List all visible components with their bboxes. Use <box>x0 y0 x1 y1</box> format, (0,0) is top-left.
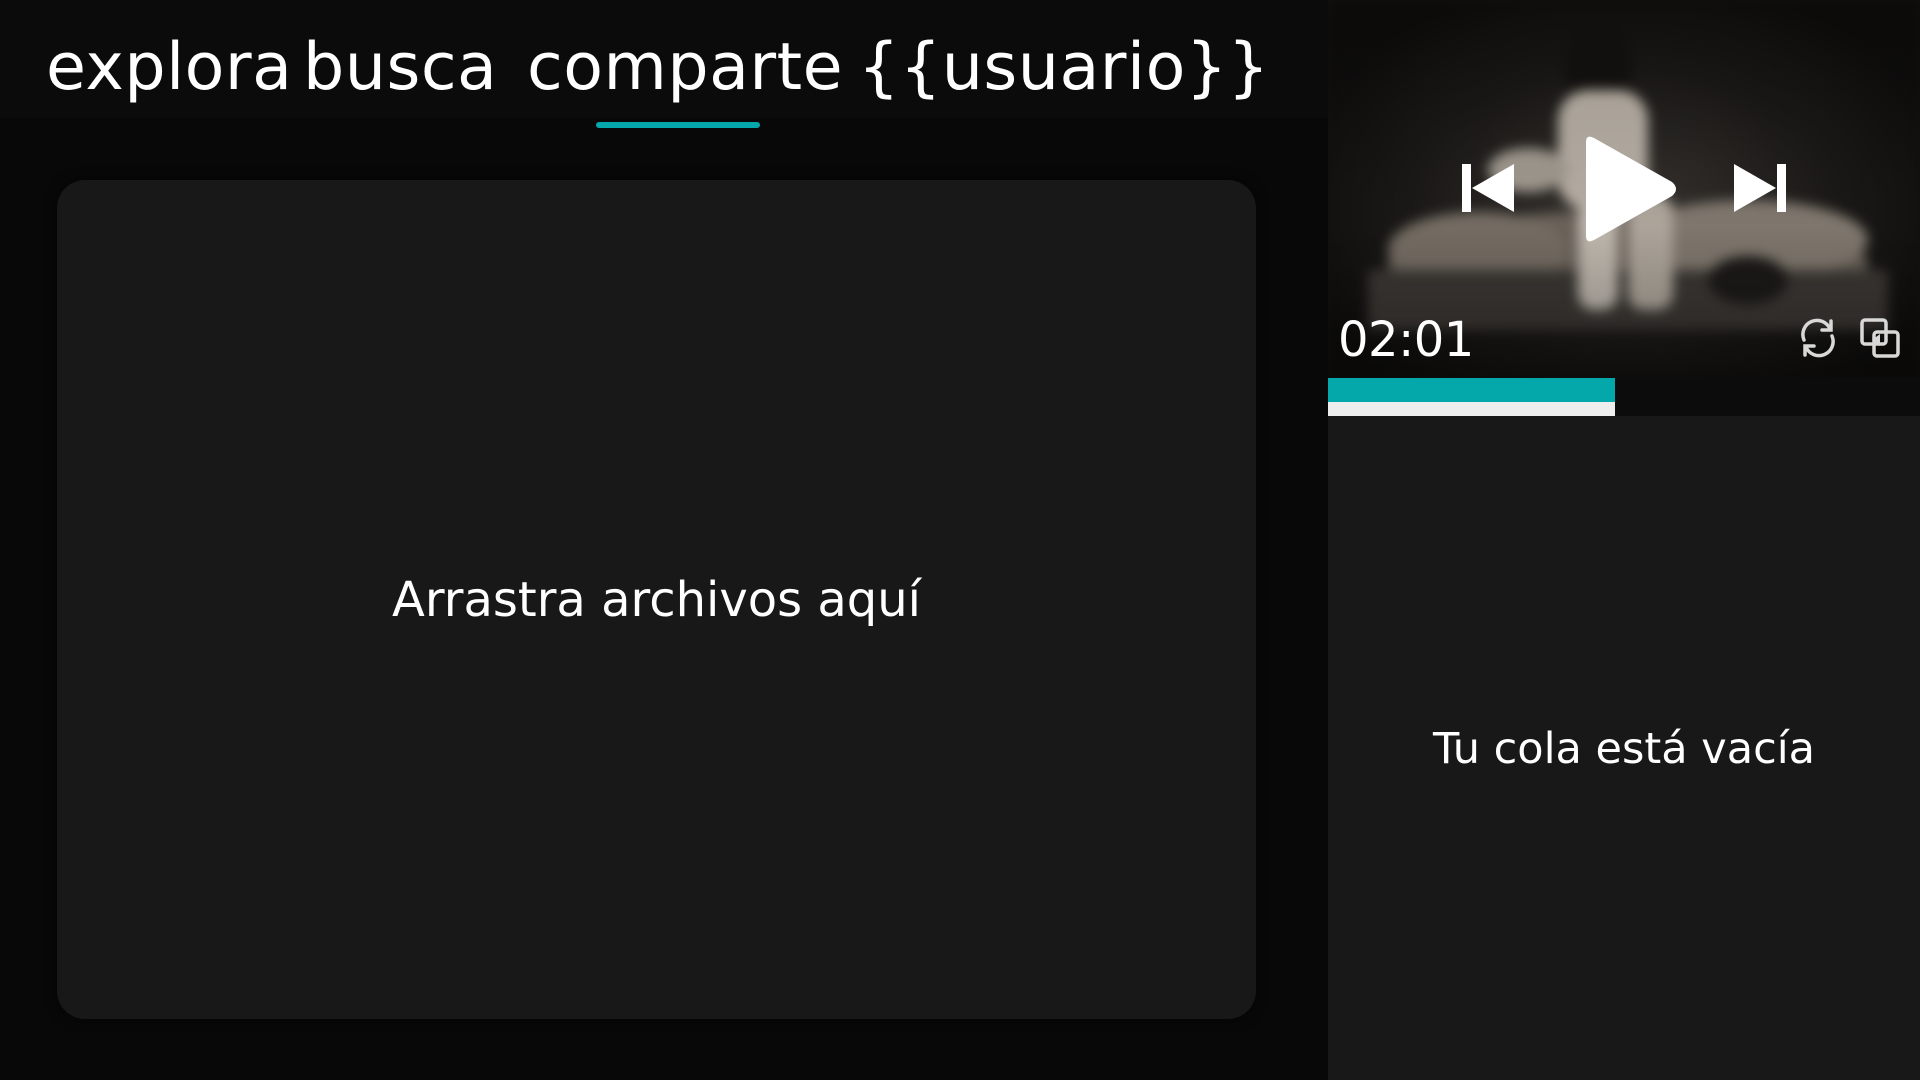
tab-comparte[interactable]: comparte <box>527 26 843 110</box>
share-icon[interactable] <box>1858 316 1902 360</box>
buffer-fill <box>1328 402 1616 416</box>
app: explora busca comparte {{usuario}} Arras… <box>0 0 1920 1080</box>
tab-busca[interactable]: busca <box>303 26 497 110</box>
skip-previous-icon[interactable] <box>1460 160 1516 216</box>
repeat-icon[interactable] <box>1796 316 1840 360</box>
progress-fill <box>1328 378 1616 402</box>
main-area: explora busca comparte {{usuario}} Arras… <box>0 0 1328 1080</box>
tab-explora[interactable]: explora <box>46 26 292 110</box>
top-nav: explora busca comparte {{usuario}} <box>0 0 1328 118</box>
tab-usuario[interactable]: {{usuario}} <box>858 26 1270 110</box>
file-dropzone[interactable]: Arrastra archivos aquí <box>57 180 1256 1019</box>
queue-panel: Tu cola está vacía <box>1328 416 1920 1080</box>
queue-empty-message: Tu cola está vacía <box>1432 724 1816 774</box>
playback-time: 02:01 <box>1338 312 1474 368</box>
player: 02:01 <box>1328 0 1920 378</box>
skip-next-icon[interactable] <box>1732 160 1788 216</box>
active-tab-indicator <box>596 122 760 128</box>
dropzone-label: Arrastra archivos aquí <box>391 571 922 628</box>
playback-progress-bar[interactable] <box>1328 378 1920 416</box>
play-icon[interactable] <box>1572 132 1682 246</box>
